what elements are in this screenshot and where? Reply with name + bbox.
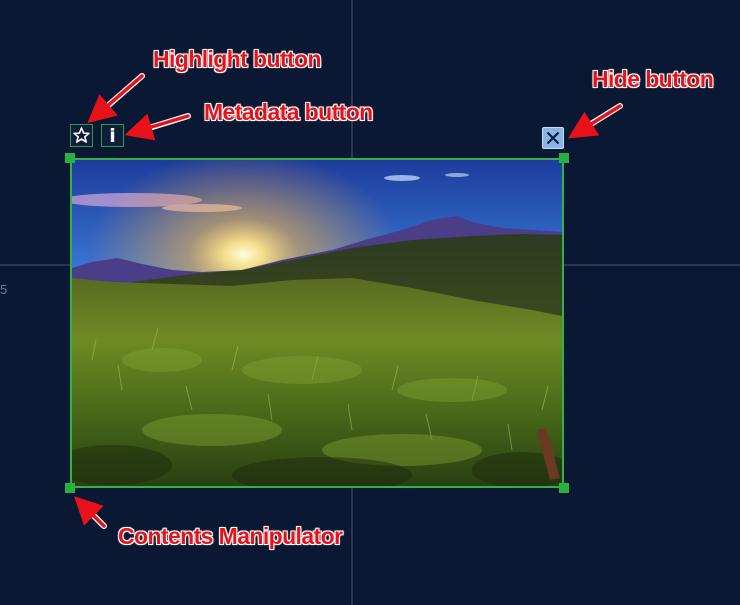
contents-manipulator-handle[interactable] <box>65 483 75 493</box>
close-icon <box>546 131 560 145</box>
annotation-hide-label: Hide button <box>592 66 714 92</box>
info-icon: i <box>109 124 116 147</box>
resize-handle-top-right[interactable] <box>559 153 569 163</box>
content-item-frame[interactable] <box>70 158 564 488</box>
annotation-highlight-label: Highlight button <box>153 46 322 72</box>
highlight-button[interactable] <box>70 124 93 147</box>
annotation-metadata-label: Metadata button <box>204 99 373 125</box>
landscape-photo <box>72 160 562 486</box>
axis-tick-label: 5 <box>0 282 8 297</box>
resize-handle-bottom-right[interactable] <box>559 483 569 493</box>
resize-handle-top-left[interactable] <box>65 153 75 163</box>
star-icon <box>73 127 90 143</box>
hide-button[interactable] <box>542 127 564 149</box>
annotation-contents-label: Contents Manipulator <box>118 523 343 549</box>
metadata-button[interactable]: i <box>101 124 124 147</box>
